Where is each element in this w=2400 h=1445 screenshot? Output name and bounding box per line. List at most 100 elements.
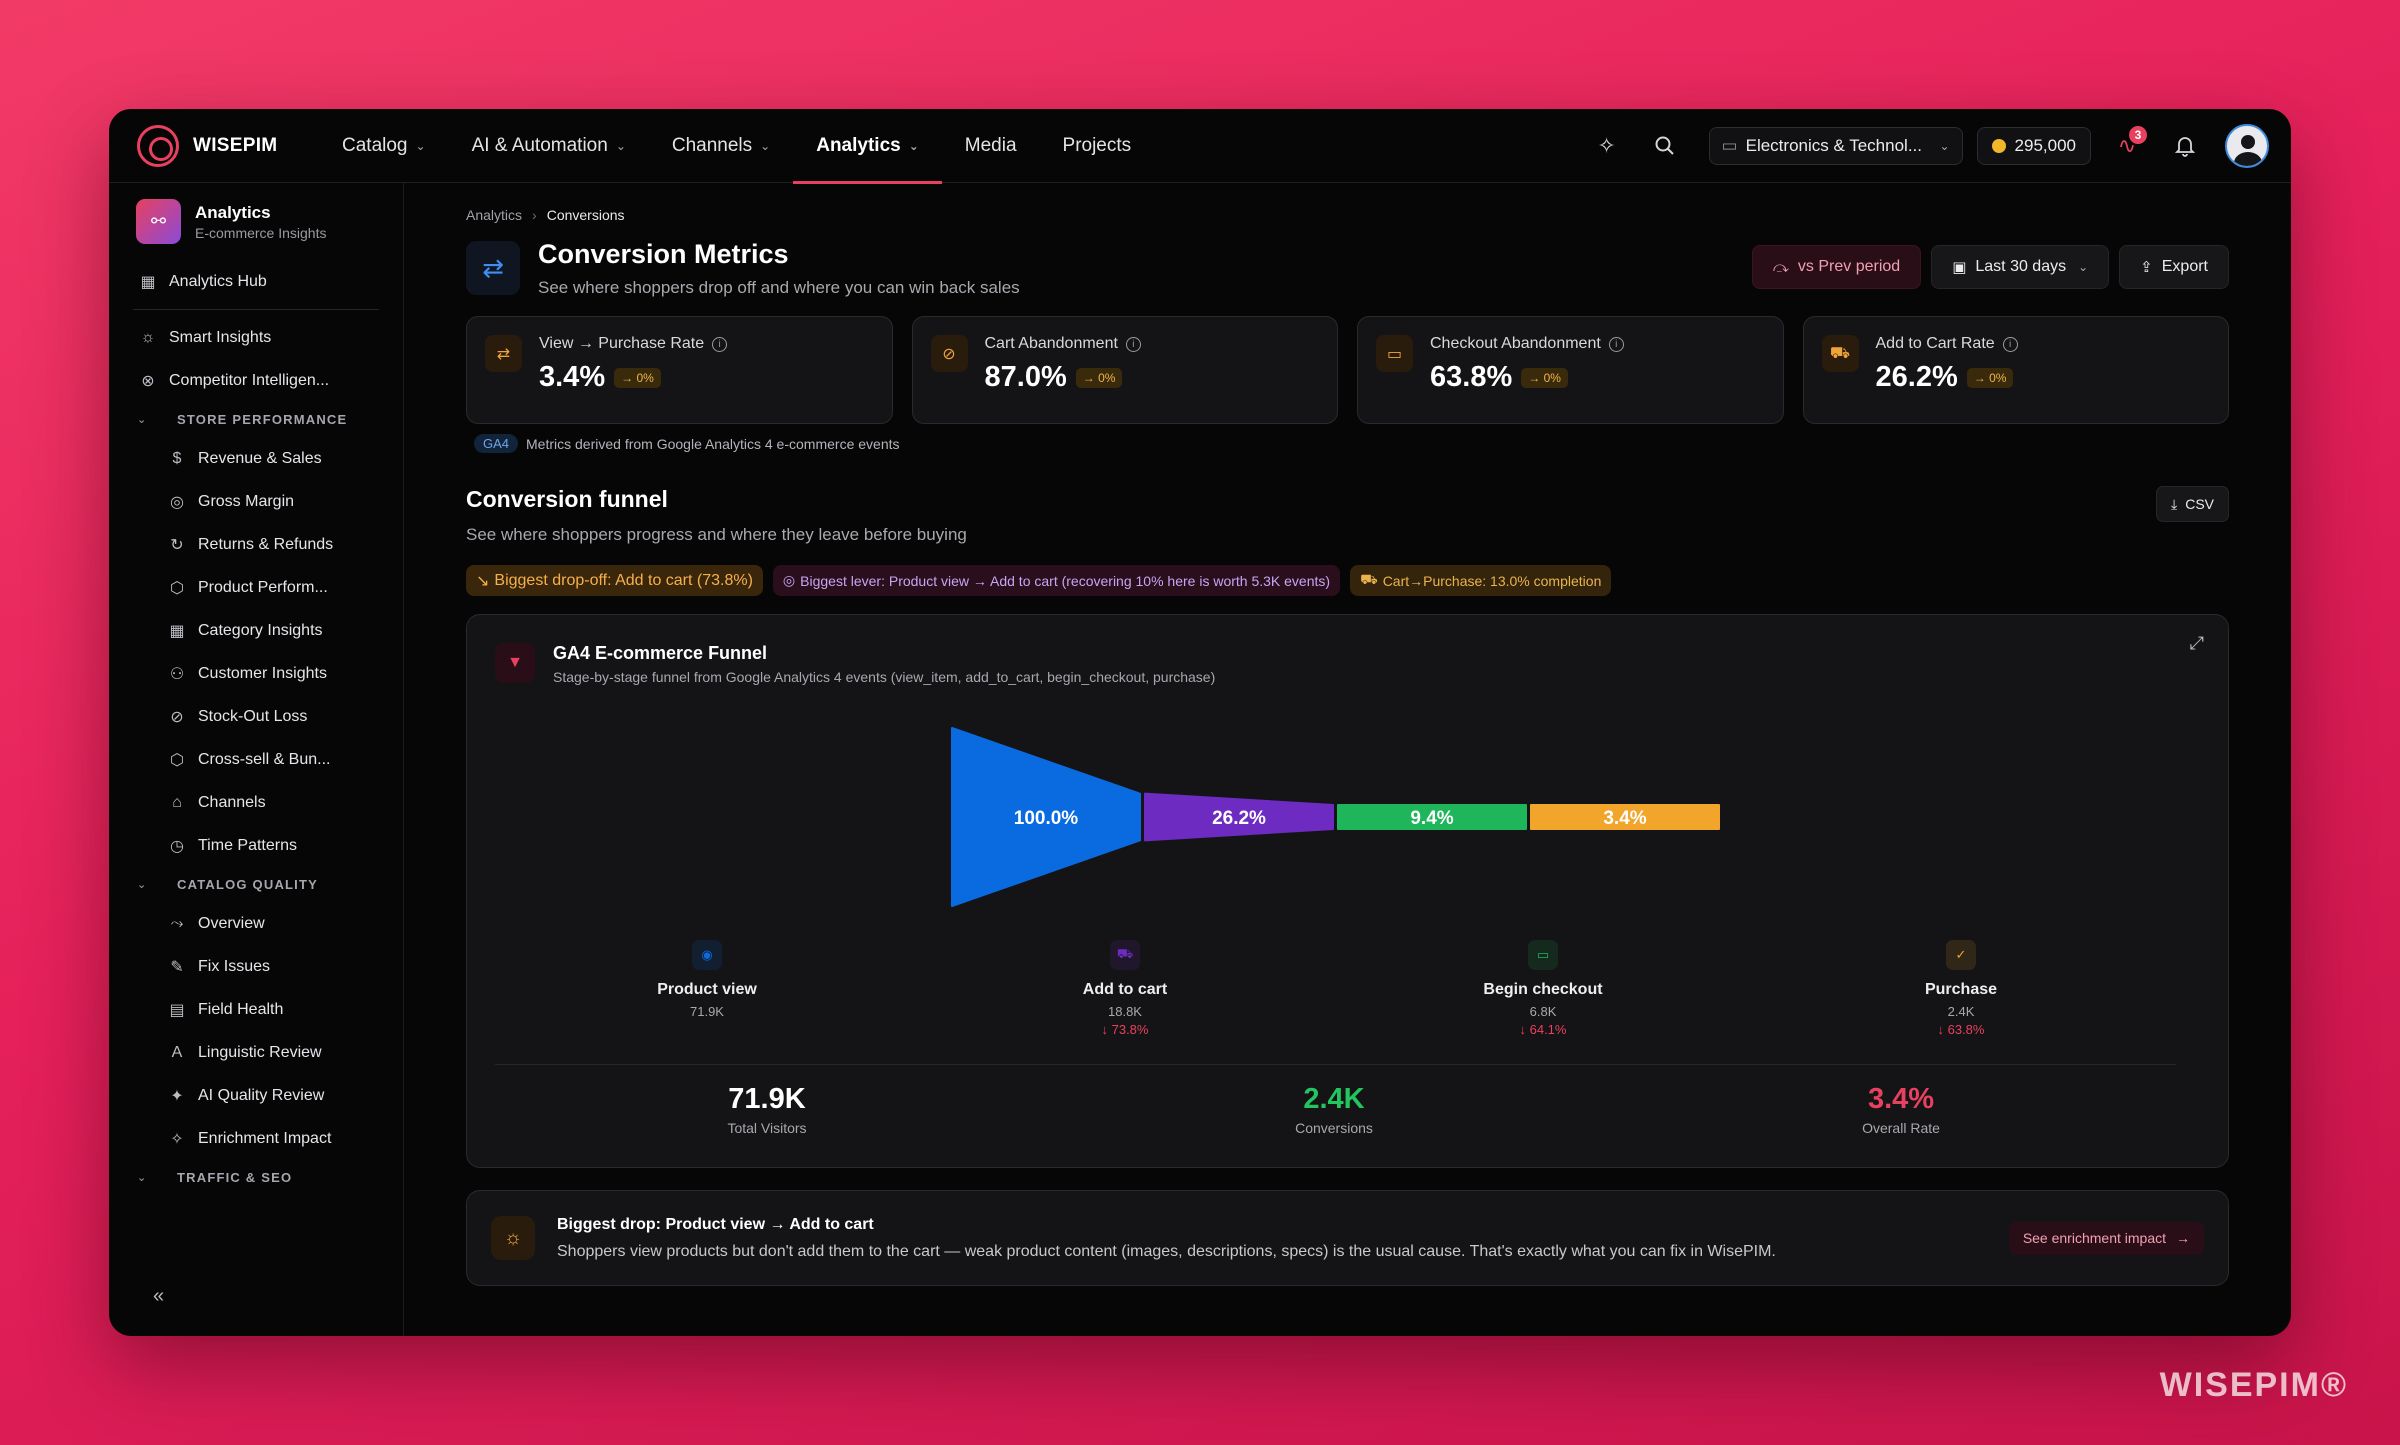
sidebar-section-title: TRAFFIC & SEO xyxy=(177,1170,293,1185)
date-range-button[interactable]: ▣ Last 30 days ⌄ xyxy=(1931,245,2110,289)
nav-item-label: Analytics xyxy=(816,134,901,156)
sidebar-item-overview[interactable]: ⤳ Overview xyxy=(109,902,403,945)
sidebar-item-returns-refunds[interactable]: ↻ Returns & Refunds xyxy=(109,523,403,566)
sidebar-item-competitor-intelligen-[interactable]: ⊗ Competitor Intelligen... xyxy=(109,359,403,402)
sidebar-section-title: CATALOG QUALITY xyxy=(177,877,319,892)
funnel-divider xyxy=(495,1064,2176,1065)
info-icon[interactable]: i xyxy=(1608,336,1624,352)
sidebar-item-enrichment-impact[interactable]: ✧ Enrichment Impact xyxy=(109,1117,403,1160)
chip-label: Biggest lever: Product view → Add to car… xyxy=(800,572,1331,589)
kpi-card: ⊘ Cart Abandonment i 87.0% → 0% xyxy=(911,316,1338,424)
funnel-segment-label: 100.0% xyxy=(1014,808,1079,829)
sparkles-icon: ✧ xyxy=(170,1130,184,1148)
sidebar-item-stock-out-loss[interactable]: ⊘ Stock-Out Loss xyxy=(109,695,403,738)
kpi-delta-badge: → 0% xyxy=(614,367,661,388)
chevron-down-icon: ⌄ xyxy=(415,138,426,153)
nav-item-ai-automation[interactable]: AI & Automation ⌄ xyxy=(449,109,649,183)
sidebar-item-channels[interactable]: ⌂ Channels xyxy=(109,781,403,824)
grid-icon: ▦ xyxy=(140,273,156,291)
sidebar-section-title: STORE PERFORMANCE xyxy=(177,412,348,427)
sidebar-item-customer-insights[interactable]: ⚇ Customer Insights xyxy=(109,652,403,695)
info-icon[interactable]: i xyxy=(1125,336,1141,352)
nav-item-projects[interactable]: Projects xyxy=(1040,109,1155,183)
store-icon: ⌂ xyxy=(172,793,182,811)
funnel-total-conversions: 2.4K Conversions xyxy=(1214,1083,1454,1136)
sidebar-section-header[interactable]: ⌄ TRAFFIC & SEO xyxy=(109,1160,403,1195)
export-label: Export xyxy=(2161,258,2208,275)
nav-item-label: AI & Automation xyxy=(471,134,608,156)
kpi-value-row: 26.2% → 0% xyxy=(1876,361,2018,394)
main-content: Analytics › Conversions ⇄ Conversion Met… xyxy=(405,183,2291,1336)
search-icon[interactable] xyxy=(1643,124,1687,168)
notification-count-badge: 3 xyxy=(2129,125,2147,144)
kpi-label: Add to Cart Rate i xyxy=(1876,335,2018,353)
sidebar-section-header[interactable]: ⌄ STORE PERFORMANCE xyxy=(109,402,403,437)
total-value: 2.4K xyxy=(1303,1083,1365,1115)
sidebar-item-revenue-sales[interactable]: $ Revenue & Sales xyxy=(109,437,403,480)
info-icon[interactable]: i xyxy=(2002,336,2018,352)
stage-name: Purchase xyxy=(1924,981,1998,998)
chip-label: Biggest drop-off: Add to cart (73.8%) xyxy=(494,571,753,589)
sidebar-item-ai-quality-review[interactable]: ✦ AI Quality Review xyxy=(109,1074,403,1117)
nav-item-media[interactable]: Media xyxy=(942,109,1040,183)
sidebar-item-fix-issues[interactable]: ✎ Fix Issues xyxy=(109,945,403,988)
funnel-stage-begin-checkout: ▭ Begin checkout 6.8K ↓ 64.1% xyxy=(1433,940,1653,1037)
sidebar-item-analytics-hub[interactable]: ▦ Analytics Hub xyxy=(109,260,403,303)
sidebar-item-label: Returns & Refunds xyxy=(198,535,334,553)
stage-count: 71.9K xyxy=(690,1004,724,1019)
sidebar-section-header[interactable]: ⌄ CATALOG QUALITY xyxy=(109,867,403,902)
nav-item-catalog[interactable]: Catalog ⌄ xyxy=(319,109,449,183)
cart-plus-icon: ⛟ xyxy=(1821,335,1859,372)
export-button[interactable]: ⇪ Export xyxy=(2119,245,2229,289)
sidebar-item-product-perform-[interactable]: ⬡ Product Perform... xyxy=(109,566,403,609)
card-off-icon: ▭ xyxy=(1376,335,1413,372)
sidebar-item-label: Competitor Intelligen... xyxy=(169,371,330,389)
chevron-down-icon: ⌄ xyxy=(1939,138,1950,153)
insight-button-label: See enrichment impact xyxy=(2022,1230,2166,1246)
compare-period-button[interactable]: ⤼ vs Prev period xyxy=(1751,245,1922,289)
cart-off-icon: ⊘ xyxy=(930,335,968,372)
nav-item-analytics[interactable]: Analytics ⌄ xyxy=(793,109,942,184)
section-subtitle: See where shoppers progress and where th… xyxy=(466,525,967,544)
stage-icon: ⛟ xyxy=(1110,940,1140,970)
ai-sparkle-icon[interactable]: ✧ xyxy=(1585,124,1629,168)
activity-icon[interactable]: ∿ 3 xyxy=(2105,124,2149,168)
sidebar-item-smart-insights[interactable]: ☼ Smart Insights xyxy=(109,316,403,359)
stage-drop-rate: ↓ 63.8% xyxy=(1937,1022,1985,1037)
sidebar-item-field-health[interactable]: ▤ Field Health xyxy=(109,988,403,1031)
table-icon: ▤ xyxy=(169,1001,185,1019)
sidebar-item-time-patterns[interactable]: ◷ Time Patterns xyxy=(109,824,403,867)
user-avatar[interactable] xyxy=(2225,123,2269,168)
dollar-icon: $ xyxy=(172,449,182,467)
expand-icon[interactable]: ⤢ xyxy=(2190,633,2204,654)
sidebar-item-label: Stock-Out Loss xyxy=(198,707,308,725)
nav-item-label: Media xyxy=(964,134,1017,156)
download-icon: ⤓ xyxy=(2171,495,2178,512)
filter-icon: ▼ xyxy=(495,643,535,683)
brand-logo[interactable]: WISEPIM xyxy=(137,124,307,167)
box-icon: ⬡ xyxy=(170,579,184,597)
csv-label: CSV xyxy=(2185,496,2214,512)
lightbulb-icon: ☼ xyxy=(140,328,156,346)
nav-item-channels[interactable]: Channels ⌄ xyxy=(649,109,793,183)
kpi-delta-badge: → 0% xyxy=(1075,367,1123,388)
info-icon[interactable]: i xyxy=(712,336,728,352)
credits-balance[interactable]: 295,000 xyxy=(1976,126,2091,165)
bell-icon[interactable] xyxy=(2163,124,2207,168)
topbar-actions: ✧ ▭ Electronics & Technol... ⌄ 295,000 ∿… xyxy=(1571,123,2269,168)
collapse-sidebar-icon[interactable]: « xyxy=(153,1285,164,1308)
breadcrumb-parent[interactable]: Analytics xyxy=(466,207,522,223)
sidebar-item-cross-sell-bun-[interactable]: ⬡ Cross-sell & Bun... xyxy=(109,738,403,781)
store-selector[interactable]: ▭ Electronics & Technol... ⌄ xyxy=(1708,126,1963,165)
sidebar-item-linguistic-review[interactable]: A Linguistic Review xyxy=(109,1031,403,1074)
sidebar-item-category-insights[interactable]: ▦ Category Insights xyxy=(109,609,403,652)
chevron-down-icon: ⌄ xyxy=(760,138,771,153)
ga4-note-text: Metrics derived from Google Analytics 4 … xyxy=(526,435,900,452)
sidebar-item-label: Linguistic Review xyxy=(198,1043,322,1061)
funnel-stage-purchase: ✓ Purchase 2.4K ↓ 63.8% xyxy=(1851,940,2071,1037)
kpi-body: Cart Abandonment i 87.0% → 0% xyxy=(985,335,1141,405)
sidebar-item-gross-margin[interactable]: ◎ Gross Margin xyxy=(109,480,403,523)
see-enrichment-impact-button[interactable]: See enrichment impact → xyxy=(2008,1221,2204,1255)
funnel-segment-label: 9.4% xyxy=(1410,808,1453,829)
csv-download-button[interactable]: ⤓ CSV xyxy=(2156,486,2229,522)
